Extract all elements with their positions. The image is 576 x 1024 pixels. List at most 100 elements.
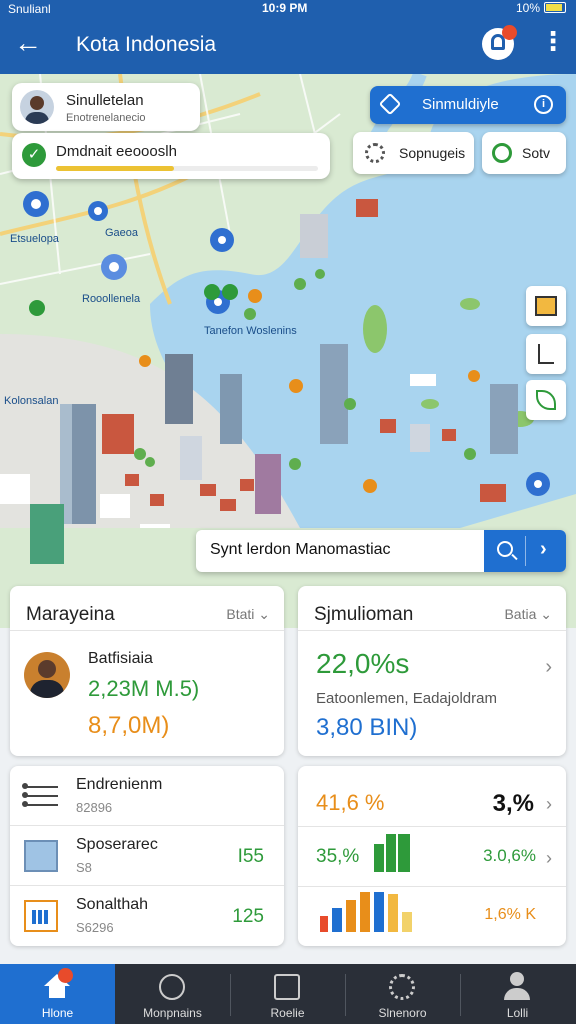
chevron-down-icon: ⌄ bbox=[258, 606, 270, 622]
eco-tool-button[interactable] bbox=[526, 380, 566, 420]
nav-profile[interactable]: Lolli bbox=[460, 964, 575, 1024]
map-thumbnail-icon bbox=[24, 840, 58, 872]
bar-mark bbox=[346, 900, 356, 932]
layers-icon bbox=[535, 296, 557, 316]
diamond-icon bbox=[378, 92, 402, 116]
list-item-subtitle: 82896 bbox=[76, 800, 113, 815]
map-label: Kolonsalan bbox=[4, 395, 58, 407]
notification-button[interactable] bbox=[482, 25, 517, 60]
chevron-right-icon: › bbox=[546, 794, 552, 814]
nav-home[interactable]: Hlone bbox=[0, 964, 115, 1024]
bar-mark bbox=[374, 844, 384, 872]
nav-route[interactable]: Roelie bbox=[230, 964, 345, 1024]
progress-card[interactable]: ✓ Dmdnait eeoooslh bbox=[12, 133, 330, 179]
divider bbox=[298, 826, 566, 827]
profile-subtitle: Enotrenelanecio bbox=[66, 112, 146, 124]
simulation-card[interactable]: Sjmulioman Batia ⌄ 22,0%s › Eatoonlemen,… bbox=[298, 586, 566, 756]
period-dropdown[interactable]: Btati ⌄ bbox=[226, 606, 270, 623]
search-input[interactable]: Synt lerdon Manomastiac bbox=[210, 541, 391, 559]
metric-value: 8,7,0M) bbox=[88, 712, 170, 739]
management-card[interactable]: Marayeina Btati ⌄ Batfisiaia 2,23M M.5) … bbox=[10, 586, 284, 756]
avatar bbox=[24, 652, 70, 698]
gear-icon bbox=[365, 143, 385, 163]
list-item[interactable]: Sposerarec S8 I55 bbox=[10, 826, 284, 886]
list-item-title: Sonalthah bbox=[76, 896, 149, 913]
battery-label: 10% bbox=[515, 1, 540, 15]
carrier-label: Snulianl bbox=[8, 2, 51, 16]
city-map[interactable]: Etsuelopa Gaeoa Rooollenela Tanefon Wosl… bbox=[0, 74, 576, 628]
stat-value: 1,6% K bbox=[484, 906, 536, 923]
search-icon[interactable] bbox=[497, 541, 513, 557]
bar-mark bbox=[388, 894, 398, 932]
person-icon-body bbox=[504, 988, 530, 1000]
dropdown-value: Btati bbox=[226, 606, 255, 622]
list-item-value: 125 bbox=[232, 906, 264, 927]
chevron-right-icon[interactable]: › bbox=[540, 538, 547, 561]
divider bbox=[10, 630, 284, 631]
avatar bbox=[20, 90, 54, 124]
map-label: Rooollenela bbox=[82, 293, 141, 305]
divider bbox=[525, 536, 526, 566]
divider bbox=[298, 630, 566, 631]
map-label: Etsuelopa bbox=[10, 233, 60, 245]
bar-mark bbox=[360, 892, 370, 932]
bar-mark bbox=[398, 834, 410, 872]
list-item-title: Sposerarec bbox=[76, 836, 158, 853]
more-vert-icon[interactable]: ⋮ bbox=[540, 28, 566, 54]
list-item[interactable]: Endrenienm 82896 bbox=[10, 766, 284, 826]
chart-icon bbox=[538, 344, 554, 364]
list-item-title: Endrenienm bbox=[76, 776, 163, 793]
stat-row[interactable]: 41,6 % 3,% › bbox=[298, 776, 566, 826]
nav-label: Hlone bbox=[41, 1006, 74, 1020]
divider bbox=[298, 886, 566, 887]
battery-icon bbox=[544, 2, 566, 13]
nav-label: Monpnains bbox=[143, 1006, 202, 1020]
profile-name: Sinulletelan bbox=[66, 92, 144, 109]
bar-mark bbox=[320, 916, 328, 932]
notification-badge bbox=[502, 25, 517, 40]
progress-track bbox=[56, 166, 318, 171]
nav-settings[interactable]: Slnenoro bbox=[345, 964, 460, 1024]
list-item[interactable]: Sonalthah S6296 125 bbox=[10, 886, 284, 946]
chart-tool-button[interactable] bbox=[526, 334, 566, 374]
list-item-subtitle: S6296 bbox=[76, 920, 114, 935]
save-chip[interactable]: Sotv bbox=[482, 132, 566, 174]
nav-label: Lolli bbox=[506, 1006, 529, 1020]
period-dropdown[interactable]: Batia ⌄ bbox=[504, 606, 552, 623]
map-search-bar[interactable]: Synt lerdon Manomastiac › bbox=[196, 530, 566, 572]
profile-card[interactable]: Sinulletelan Enotrenelanecio bbox=[12, 83, 200, 131]
chevron-right-icon[interactable]: › bbox=[545, 656, 552, 679]
bar-mark bbox=[386, 834, 396, 872]
simulate-label: Sinmuldiyle bbox=[422, 96, 499, 113]
metric-value: 3,80 BIN) bbox=[316, 714, 418, 741]
settings-label: Sopnugeis bbox=[399, 145, 466, 161]
card-title: Sjmulioman bbox=[314, 604, 414, 625]
layers-tool-button[interactable] bbox=[526, 286, 566, 326]
simulate-button[interactable]: Sinmuldiyle i bbox=[370, 86, 566, 124]
progress-fill bbox=[56, 166, 174, 171]
card-title: Marayeina bbox=[26, 604, 115, 625]
stat-value: 35,% bbox=[316, 846, 360, 867]
back-arrow-icon[interactable]: ← bbox=[14, 29, 42, 57]
status-bar: Snulianl 10:9 PM 10% bbox=[0, 0, 576, 18]
search-actions: › bbox=[484, 530, 566, 572]
stat-value: 3.0,6% bbox=[483, 846, 536, 865]
progress-label: Dmdnait eeoooslh bbox=[56, 143, 177, 160]
circle-icon bbox=[492, 143, 512, 163]
dashboard-icon bbox=[24, 900, 58, 932]
chevron-right-icon: › bbox=[546, 848, 552, 868]
battery-indicator: 10% bbox=[516, 1, 566, 15]
nav-maps[interactable]: Monpnains bbox=[115, 964, 230, 1024]
page-title: Kota Indonesia bbox=[76, 33, 217, 56]
list-card: Endrenienm 82896 Sposerarec S8 I55 Sonal… bbox=[10, 766, 284, 946]
nav-badge bbox=[58, 968, 73, 983]
settings-chip[interactable]: Sopnugeis bbox=[353, 132, 474, 174]
map-label: Gaeoa bbox=[105, 227, 139, 239]
info-icon[interactable]: i bbox=[534, 95, 553, 114]
gear-icon bbox=[389, 974, 415, 1000]
check-icon: ✓ bbox=[22, 143, 46, 167]
stat-value: 3,% bbox=[492, 790, 534, 817]
nav-label: Roelie bbox=[270, 1006, 305, 1020]
bar-mark bbox=[332, 908, 342, 932]
list-icon bbox=[22, 780, 58, 812]
